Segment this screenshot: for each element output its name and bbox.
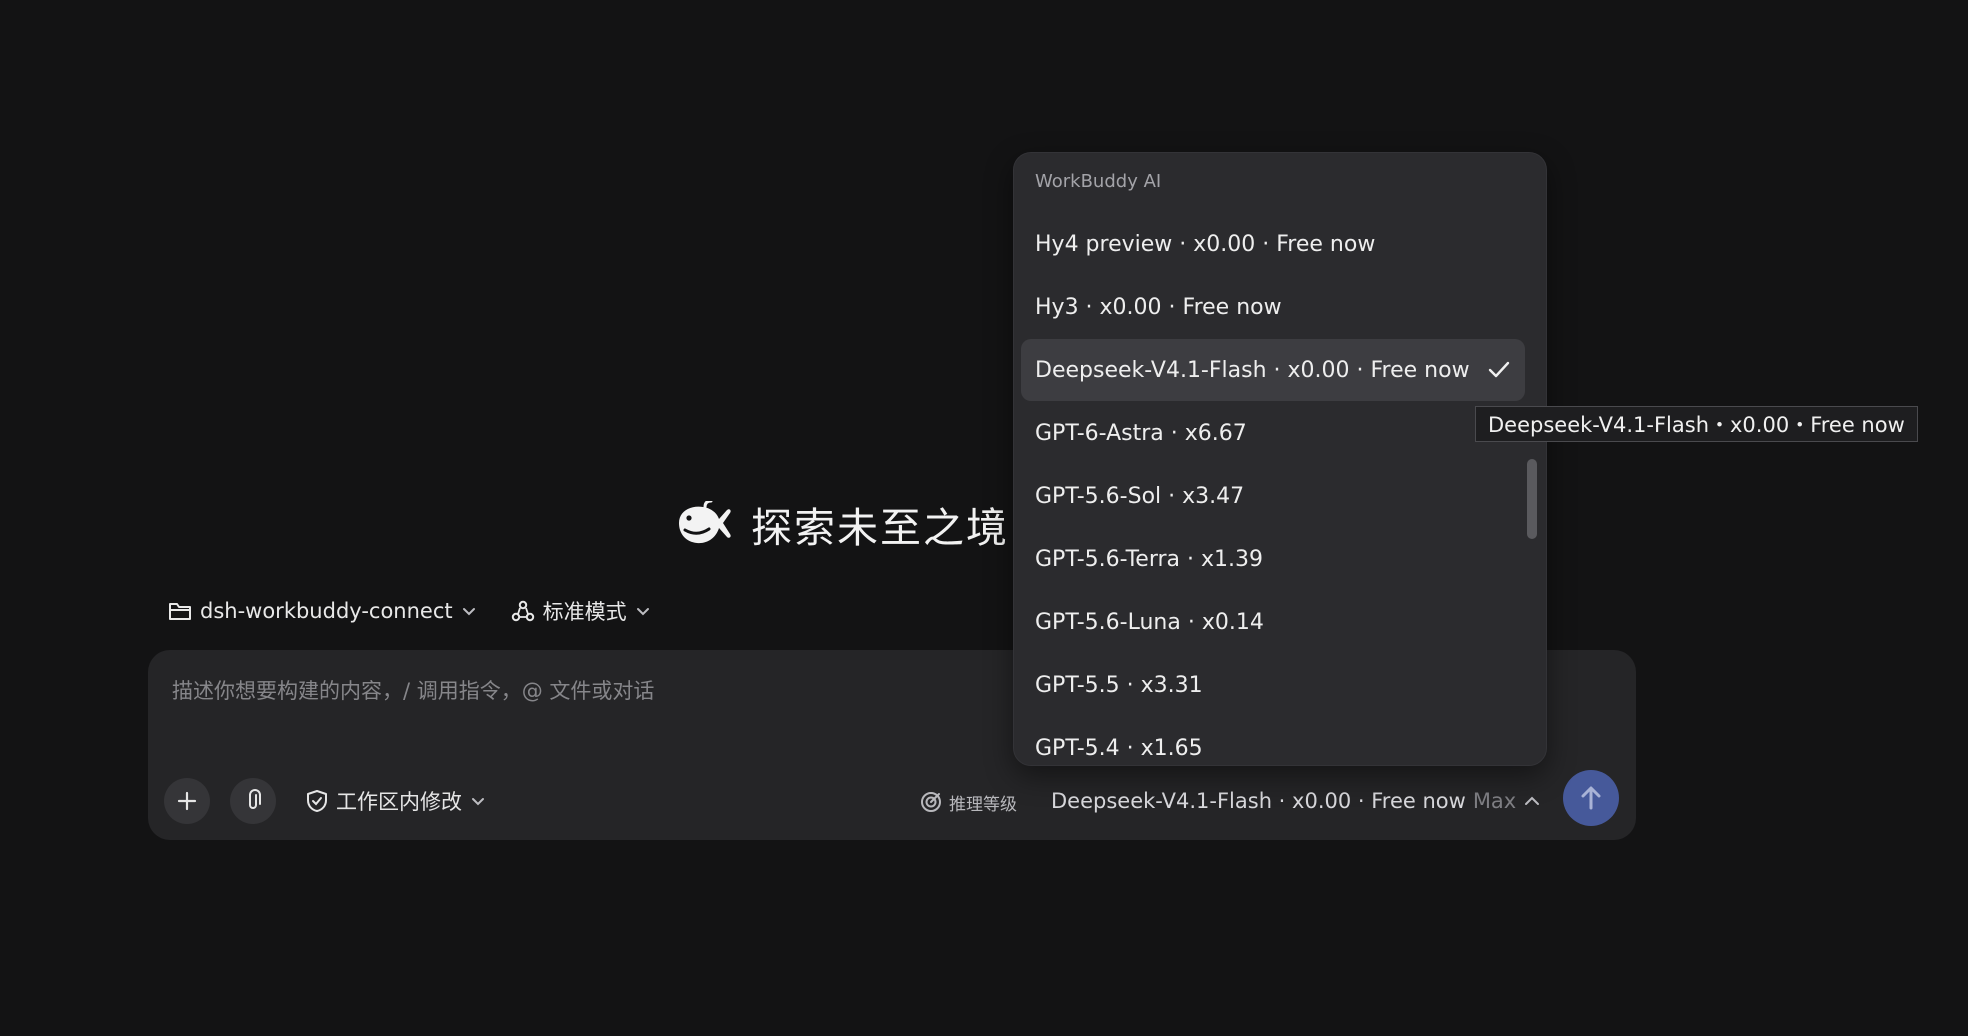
plus-icon (177, 791, 197, 811)
model-option-label: Hy4 preview · x0.00 · Free now (1035, 231, 1376, 257)
hero-heading: 探索未至之境 (675, 492, 1009, 556)
model-dropdown: WorkBuddy AI Hy4 preview · x0.00 · Free … (1013, 152, 1547, 766)
dropdown-header: WorkBuddy AI (1035, 171, 1162, 192)
prompt-input[interactable] (170, 672, 994, 710)
model-option-label: GPT-5.6-Luna · x0.14 (1035, 609, 1264, 635)
reasoning-label: 推理等级 (949, 794, 1017, 815)
attach-button[interactable] (230, 778, 276, 824)
permission-selector[interactable]: 工作区内修改 (306, 784, 486, 818)
mode-selector[interactable]: 标准模式 (511, 596, 651, 626)
model-option-label: GPT-5.4 · x1.65 (1035, 735, 1203, 761)
model-option[interactable]: GPT-5.6-Luna · x0.14 (1021, 591, 1525, 653)
effort-level: Max (1472, 789, 1517, 813)
model-option-label: Deepseek-V4.1-Flash · x0.00 · Free now (1035, 357, 1470, 383)
model-option-selected[interactable]: Deepseek-V4.1-Flash · x0.00 · Free now (1021, 339, 1525, 401)
reasoning-level-selector[interactable]: 推理等级 (920, 787, 1017, 817)
agents-icon (511, 600, 534, 622)
model-option[interactable]: Hy4 preview · x0.00 · Free now (1021, 213, 1525, 275)
paperclip-icon (249, 789, 261, 809)
target-icon (921, 792, 941, 812)
folder-icon (169, 603, 191, 620)
project-name: dsh-workbuddy-connect (200, 599, 453, 623)
model-option[interactable]: GPT-6-Astra · x6.67 (1021, 402, 1525, 464)
chevron-down-icon (462, 608, 475, 616)
permission-label: 工作区内修改 (336, 790, 462, 814)
model-option-label: GPT-6-Astra · x6.67 (1035, 420, 1247, 446)
shield-check-icon (307, 790, 327, 812)
chevron-up-icon (1525, 796, 1540, 805)
model-option-label: GPT-5.6-Terra · x1.39 (1035, 546, 1263, 572)
model-option[interactable]: GPT-5.6-Sol · x3.47 (1021, 465, 1525, 527)
context-row: dsh-workbuddy-connect 标准模式 (168, 596, 651, 626)
project-selector[interactable]: dsh-workbuddy-connect (168, 599, 477, 623)
model-option-label: Hy3 · x0.00 · Free now (1035, 294, 1282, 320)
checkmark-icon (1488, 361, 1510, 378)
model-option-label: GPT-5.6-Sol · x3.47 (1035, 483, 1245, 509)
model-tooltip: Deepseek-V4.1-Flash・x0.00・Free now (1475, 406, 1918, 442)
model-option[interactable]: GPT-5.5 · x3.31 (1021, 654, 1525, 716)
whale-logo-icon (679, 501, 731, 544)
add-button[interactable] (164, 778, 210, 824)
model-option[interactable]: Hy3 · x0.00 · Free now (1021, 276, 1525, 338)
arrow-up-icon (1581, 786, 1601, 810)
model-option[interactable]: GPT-5.6-Terra · x1.39 (1021, 528, 1525, 590)
selected-model-label: Deepseek-V4.1-Flash · x0.00 · Free now (1051, 789, 1466, 813)
hero-title: 探索未至之境 (751, 504, 1009, 552)
dropdown-scrollbar[interactable] (1527, 459, 1537, 539)
chevron-down-icon (472, 798, 484, 806)
model-list: Hy4 preview · x0.00 · Free now Hy3 · x0.… (1021, 213, 1525, 765)
send-button[interactable] (1563, 770, 1619, 826)
model-option-label: GPT-5.5 · x3.31 (1035, 672, 1203, 698)
mode-label: 标准模式 (542, 600, 627, 624)
chevron-down-icon (636, 608, 649, 616)
model-selector[interactable]: Deepseek-V4.1-Flash · x0.00 · Free now M… (1051, 784, 1541, 818)
model-option[interactable]: GPT-5.4 · x1.65 (1021, 717, 1525, 765)
